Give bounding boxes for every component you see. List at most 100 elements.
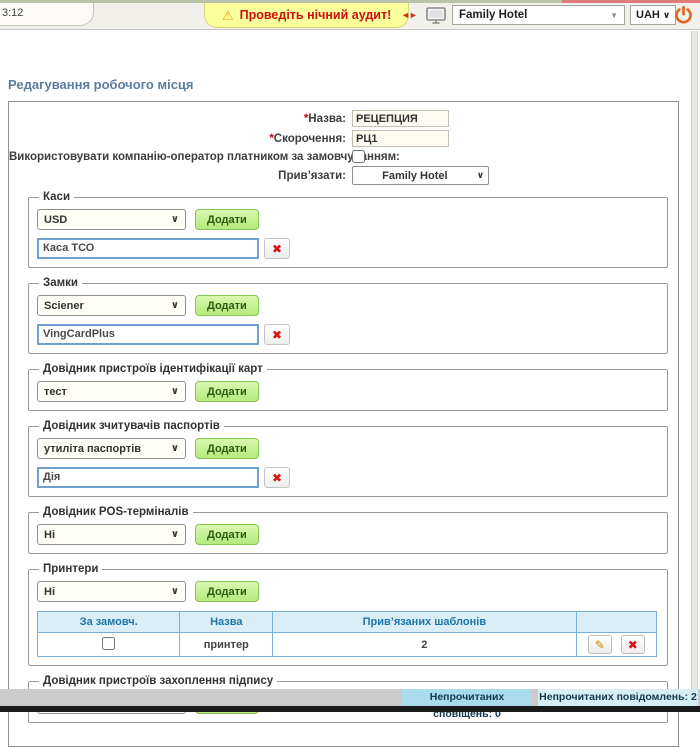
printers-col-templates: Прив’язаних шаблонів (273, 612, 576, 633)
card-id-device-select-value: тест (38, 386, 171, 398)
section-printers: Принтери Ні ∨ Додати За замовч. Назва Пр… (28, 563, 668, 666)
section-locks-legend: Замки (39, 277, 82, 289)
currency-value: UAH (636, 9, 660, 21)
form-row-name: *Назва: (9, 110, 678, 127)
pos-terminal-select-value: Ні (38, 529, 171, 541)
printer-default-checkbox[interactable] (102, 637, 115, 650)
delete-passport-reader-button[interactable]: ✖ (264, 467, 290, 488)
unread-messages-badge[interactable]: Непрочитаних повідомлень: 2 (538, 689, 698, 706)
cash-register-item: Каса ТСО (37, 238, 259, 259)
chevron-down-icon: ∨ (663, 10, 670, 21)
unread-notifications-badge[interactable]: Непрочитаних сповіщень: 0 (402, 689, 532, 706)
chevron-down-icon: ∨ (171, 386, 185, 397)
delete-printer-button[interactable]: ✖ (621, 635, 645, 654)
edit-pencil-icon: ✎ (595, 639, 605, 651)
top-bar: 3:12 ⚠ Проведіть нічний аудит! ◄► Family… (0, 0, 700, 30)
chevron-down-icon: ∨ (171, 214, 185, 225)
delete-icon: ✖ (628, 639, 638, 651)
power-logout-icon[interactable] (673, 4, 694, 29)
bind-hotel-select-value: Family Hotel (353, 170, 477, 182)
printer-table-row: принтер 2 ✎ ✖ (38, 633, 657, 657)
warning-icon: ⚠ (222, 9, 234, 22)
section-signature-devices-legend: Довідник пристроїв захоплення підпису (39, 675, 277, 687)
passport-reader-item-row: Дія ✖ (37, 467, 659, 488)
chevron-down-icon: ∨ (171, 586, 185, 597)
clock: 3:12 (0, 3, 94, 26)
status-bar: Непрочитаних сповіщень: 0 Непрочитаних п… (0, 689, 700, 706)
add-cash-register-button[interactable]: Додати (195, 209, 259, 230)
workstation-icon (426, 7, 446, 27)
lock-select-value: Sciener (38, 300, 171, 312)
delete-icon: ✖ (272, 472, 282, 484)
collapse-arrows-icon[interactable]: ◄► (401, 10, 417, 20)
bottom-dark-bar (0, 706, 700, 712)
night-audit-alert-button[interactable]: ⚠ Проведіть нічний аудит! (204, 3, 409, 28)
cash-register-select-value: USD (38, 214, 171, 226)
add-passport-reader-button[interactable]: Додати (195, 438, 259, 459)
add-lock-button[interactable]: Додати (195, 295, 259, 316)
operator-default-label: Використовувати компанію-оператор платни… (9, 151, 350, 163)
dropdown-arrow-icon: ▼ (604, 11, 624, 20)
delete-lock-button[interactable]: ✖ (264, 324, 290, 345)
add-printer-button[interactable]: Додати (195, 581, 259, 602)
section-pos-terminals: Довідник POS-терміналів Ні ∨ Додати (28, 506, 668, 554)
night-audit-alert-label: Проведіть нічний аудит! (240, 8, 392, 22)
printer-name-cell: принтер (180, 633, 273, 657)
add-pos-terminal-button[interactable]: Додати (195, 524, 259, 545)
passport-reader-select-value: утиліта паспортів (38, 443, 171, 455)
lock-item-row: VingCardPlus ✖ (37, 324, 659, 345)
hotel-select-value: Family Hotel (453, 9, 604, 21)
chevron-down-icon: ∨ (171, 443, 185, 454)
printers-col-default: За замовч. (38, 612, 180, 633)
lock-select[interactable]: Sciener ∨ (37, 295, 186, 316)
chevron-down-icon: ∨ (171, 300, 185, 311)
hotel-select[interactable]: Family Hotel ▼ (452, 5, 625, 25)
right-edge-strip (691, 31, 698, 689)
section-card-id-devices: Довідник пристроїв ідентифікації карт те… (28, 363, 668, 411)
delete-icon: ✖ (272, 329, 282, 341)
currency-select[interactable]: UAH ∨ (630, 5, 676, 25)
section-printers-legend: Принтери (39, 563, 102, 575)
printer-select[interactable]: Ні ∨ (37, 581, 186, 602)
name-label: *Назва: (9, 113, 350, 125)
passport-reader-item: Дія (37, 467, 259, 488)
cash-register-item-row: Каса ТСО ✖ (37, 238, 659, 259)
card-id-device-select[interactable]: тест ∨ (37, 381, 186, 402)
name-input[interactable] (352, 110, 449, 127)
section-cash-registers: Каси USD ∨ Додати Каса ТСО ✖ (28, 191, 668, 268)
add-card-id-device-button[interactable]: Додати (195, 381, 259, 402)
short-name-label: *Скорочення: (9, 133, 350, 145)
edit-printer-button[interactable]: ✎ (588, 635, 612, 654)
page-title: Редагування робочого місця (8, 77, 700, 92)
chevron-down-icon: ∨ (171, 529, 185, 540)
lock-item: VingCardPlus (37, 324, 259, 345)
operator-default-checkbox[interactable] (352, 150, 365, 163)
section-cash-registers-legend: Каси (39, 191, 74, 203)
printers-table-header-row: За замовч. Назва Прив’язаних шаблонів (38, 612, 657, 633)
section-passport-readers: Довідник зчитувачів паспортів утиліта па… (28, 420, 668, 497)
passport-reader-select[interactable]: утиліта паспортів ∨ (37, 438, 186, 459)
section-card-id-devices-legend: Довідник пристроїв ідентифікації карт (39, 363, 267, 375)
form-row-short-name: *Скорочення: (9, 130, 678, 147)
form-row-bind-hotel: Прив’язати: Family Hotel ∨ (9, 166, 678, 185)
printer-templates-cell: 2 (273, 633, 576, 657)
short-name-input[interactable] (352, 130, 449, 147)
clock-label: 3:12 (2, 7, 23, 19)
bind-hotel-label: Прив’язати: (9, 170, 350, 182)
bind-hotel-select[interactable]: Family Hotel ∨ (352, 166, 489, 185)
top-border-strip-red (562, 0, 700, 3)
printer-default-cell (38, 633, 180, 657)
printer-actions-cell: ✎ ✖ (576, 633, 657, 657)
delete-icon: ✖ (272, 243, 282, 255)
section-pos-terminals-legend: Довідник POS-терміналів (39, 506, 193, 518)
workplace-form: *Назва: *Скорочення: Використовувати ком… (8, 101, 679, 747)
printers-col-actions (576, 612, 657, 633)
chevron-down-icon: ∨ (477, 170, 488, 181)
cash-register-select[interactable]: USD ∨ (37, 209, 186, 230)
printers-col-name: Назва (180, 612, 273, 633)
printers-table: За замовч. Назва Прив’язаних шаблонів пр… (37, 611, 657, 657)
printer-select-value: Ні (38, 586, 171, 598)
pos-terminal-select[interactable]: Ні ∨ (37, 524, 186, 545)
delete-cash-register-button[interactable]: ✖ (264, 238, 290, 259)
section-locks: Замки Sciener ∨ Додати VingCardPlus ✖ (28, 277, 668, 354)
